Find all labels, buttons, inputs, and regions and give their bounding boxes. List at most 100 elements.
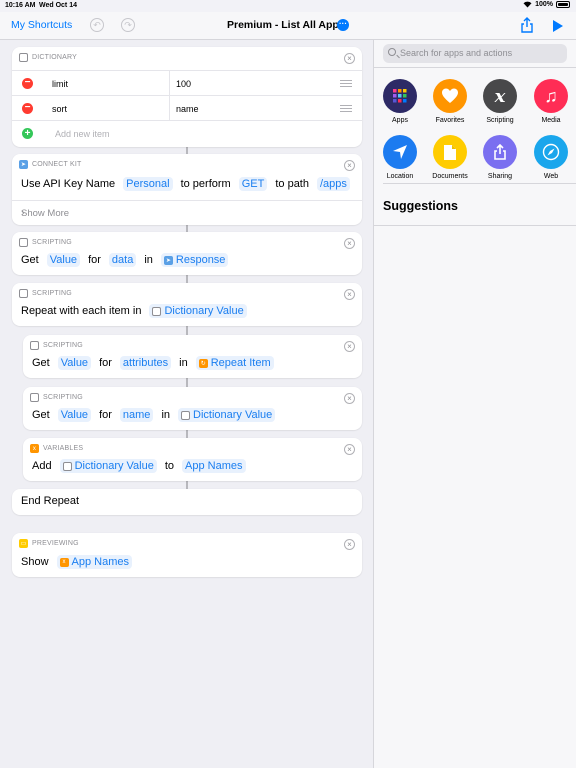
category-documents[interactable]: Documents [425, 135, 475, 180]
dictionary-row: − sort name [12, 95, 362, 120]
remove-action-icon[interactable]: × [344, 238, 355, 249]
dictionary-value[interactable]: name [176, 104, 199, 114]
get-value-action[interactable]: SCRIPTING × Get Value for attributes in … [23, 335, 362, 378]
scripting-icon [30, 341, 39, 350]
repeat-icon: ↻ [198, 358, 208, 368]
action-parameters: Add Dictionary Value to App Names [32, 459, 254, 473]
api-key-token[interactable]: Personal [123, 177, 173, 191]
dictionary-value-token[interactable]: Dictionary Value [59, 459, 157, 473]
search-icon [388, 48, 396, 56]
reorder-handle-icon[interactable] [340, 80, 352, 87]
scripting-icon [30, 393, 39, 402]
category-scripting[interactable]: x Scripting [475, 79, 525, 124]
redo-icon[interactable]: ↷ [121, 18, 135, 32]
apps-grid-icon [383, 79, 417, 113]
share-icon[interactable] [520, 17, 534, 33]
action-header: x VARIABLES [30, 444, 83, 453]
my-shortcuts-link[interactable]: My Shortcuts [11, 19, 72, 31]
dictionary-icon [62, 461, 72, 471]
category-web[interactable]: Web [526, 135, 576, 180]
variable-token[interactable]: App Names [182, 459, 246, 473]
action-parameters: Repeat with each item in Dictionary Valu… [21, 304, 255, 318]
remove-action-icon[interactable]: × [344, 53, 355, 64]
repeat-item-token[interactable]: ↻ Repeat Item [195, 356, 274, 370]
method-token[interactable]: GET [238, 177, 268, 191]
variables-icon: x [59, 557, 69, 567]
category-location[interactable]: Location [375, 135, 425, 180]
dictionary-value-token[interactable]: Dictionary Value [149, 304, 247, 318]
value-token[interactable]: Value [57, 408, 92, 422]
status-date: Wed Oct 14 [39, 2, 77, 9]
action-header: SCRIPTING [19, 289, 72, 298]
music-note-icon: ♫ [534, 79, 568, 113]
connect-kit-icon: ➤ [163, 255, 173, 265]
repeat-action[interactable]: SCRIPTING × Repeat with each item in Dic… [12, 283, 362, 326]
dictionary-action[interactable]: DICTIONARY × − limit 100 − sort name + A… [12, 47, 362, 147]
heart-icon [433, 79, 467, 113]
reorder-handle-icon[interactable] [340, 105, 352, 112]
connect-kit-action[interactable]: ➤ CONNECT KIT × Use API Key Name Persona… [12, 154, 362, 225]
search-placeholder: Search for apps and actions [400, 48, 513, 58]
suggestions-heading: Suggestions [383, 199, 459, 213]
remove-action-icon[interactable]: × [344, 341, 355, 352]
run-shortcut-button[interactable] [553, 20, 563, 32]
status-bar: 10:16 AM Wed Oct 14 100% [0, 0, 576, 12]
chevron-right-icon: › [21, 207, 25, 219]
connect-kit-icon: ➤ [19, 160, 28, 169]
remove-action-icon[interactable]: × [344, 289, 355, 300]
shortcut-title[interactable]: Premium - List All Apps [227, 19, 345, 31]
remove-action-icon[interactable]: × [344, 393, 355, 404]
nav-bar: My Shortcuts ↶ ↷ Premium - List All Apps… [0, 12, 576, 40]
path-token[interactable]: /apps [316, 177, 350, 191]
value-token[interactable]: Value [57, 356, 92, 370]
remove-action-icon[interactable]: × [344, 444, 355, 455]
dictionary-icon [152, 306, 162, 316]
get-value-action[interactable]: SCRIPTING × Get Value for name in Dictio… [23, 387, 362, 430]
search-field[interactable]: Search for apps and actions [383, 44, 567, 63]
dictionary-key[interactable]: limit [52, 79, 68, 89]
remove-action-icon[interactable]: × [344, 160, 355, 171]
action-header: SCRIPTING [30, 393, 83, 402]
get-value-action[interactable]: SCRIPTING × Get Value for data in ➤ Respo… [12, 232, 362, 275]
dictionary-key[interactable]: sort [52, 104, 67, 114]
add-to-variable-action[interactable]: x VARIABLES × Add Dictionary Value to Ap… [23, 438, 362, 481]
editor-panel: DICTIONARY × − limit 100 − sort name + A… [0, 40, 373, 768]
response-token[interactable]: ➤ Response [160, 253, 229, 267]
show-result-action[interactable]: ▭ PREVIEWING × Show x App Names [12, 533, 362, 577]
scripting-icon [19, 238, 28, 247]
category-sharing[interactable]: Sharing [475, 135, 525, 180]
action-parameters: Get Value for name in Dictionary Value [32, 408, 283, 422]
undo-icon[interactable]: ↶ [90, 18, 104, 32]
variable-token[interactable]: x App Names [56, 555, 133, 569]
key-token[interactable]: name [119, 408, 154, 422]
action-parameters: Use API Key Name Personal to perform GET… [21, 177, 358, 191]
status-time: 10:16 AM [5, 2, 36, 9]
actions-sidebar: Search for apps and actions Apps Favorit… [373, 40, 576, 768]
action-header: ➤ CONNECT KIT [19, 160, 82, 169]
dictionary-value-token[interactable]: Dictionary Value [178, 408, 276, 422]
action-parameters: Get Value for data in ➤ Response [21, 253, 236, 267]
delete-row-icon[interactable]: − [22, 78, 33, 89]
dictionary-icon [181, 410, 190, 420]
delete-row-icon[interactable]: − [22, 103, 33, 114]
dictionary-value[interactable]: 100 [176, 79, 191, 89]
scripting-icon [19, 289, 28, 298]
key-token[interactable]: attributes [119, 356, 172, 370]
variables-icon: x [30, 444, 39, 453]
category-media[interactable]: ♫ Media [526, 79, 576, 124]
end-repeat-action[interactable]: End Repeat [12, 489, 362, 515]
remove-action-icon[interactable]: × [344, 539, 355, 550]
end-repeat-label: End Repeat [21, 495, 80, 507]
category-apps[interactable]: Apps [375, 79, 425, 124]
add-item-icon[interactable]: + [22, 128, 33, 139]
add-new-item-label[interactable]: Add new item [55, 129, 110, 139]
dictionary-icon [19, 53, 28, 62]
key-token[interactable]: data [108, 253, 137, 267]
wifi-icon [523, 1, 532, 8]
more-options-icon[interactable]: ··· [337, 19, 349, 31]
category-favorites[interactable]: Favorites [425, 79, 475, 124]
location-arrow-icon [383, 135, 417, 169]
add-item-row[interactable]: + Add new item [12, 120, 362, 145]
value-token[interactable]: Value [46, 253, 81, 267]
show-more-button[interactable]: Show More › [12, 200, 362, 225]
